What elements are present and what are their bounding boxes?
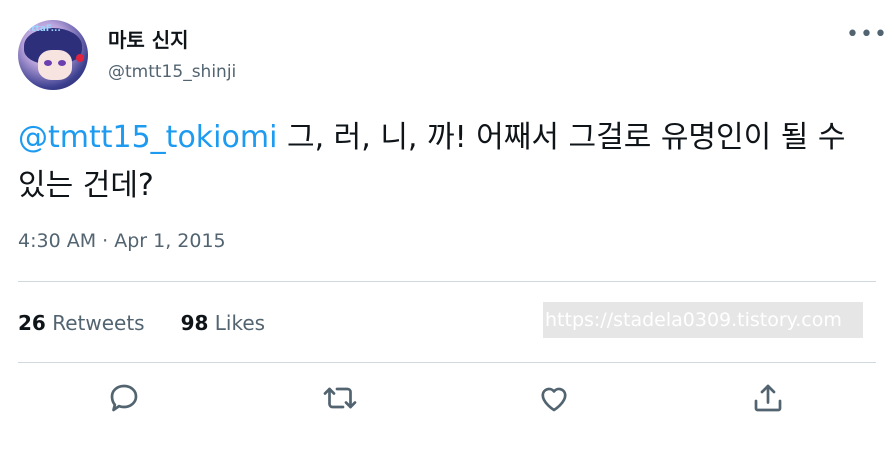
tweet-stats: 26 Retweets 98 Likes <box>18 311 265 335</box>
avatar-accent <box>76 54 84 62</box>
avatar-eye-right <box>58 60 66 66</box>
likes-count: 98 <box>180 311 209 335</box>
share-icon[interactable] <box>750 380 786 416</box>
avatar-tag: ittaF... <box>28 24 61 34</box>
likes-stat[interactable]: 98 Likes <box>181 311 266 335</box>
avatar-face <box>38 50 72 80</box>
mention-link[interactable]: @tmtt15_tokiomi <box>18 120 277 155</box>
display-name[interactable]: 마토 신지 <box>108 24 189 53</box>
retweet-icon[interactable] <box>322 380 358 416</box>
divider-bottom <box>18 362 876 363</box>
avatar[interactable]: ittaF... <box>18 20 88 90</box>
reply-icon[interactable] <box>106 380 142 416</box>
tweet-timestamp[interactable]: 4:30 AM · Apr 1, 2015 <box>18 230 226 252</box>
user-handle[interactable]: @tmtt15_shinji <box>108 62 236 82</box>
more-icon[interactable]: ••• <box>846 22 888 47</box>
retweets-label: Retweets <box>52 311 145 335</box>
like-icon[interactable] <box>536 380 572 416</box>
retweets-count: 26 <box>18 311 46 335</box>
likes-label: Likes <box>214 311 266 335</box>
watermark: https://stadela0309.tistory.com <box>543 302 863 338</box>
avatar-eye-left <box>44 60 52 66</box>
tweet-text: @tmtt15_tokiomi 그, 러, 니, 까! 어째서 그걸로 유명인이… <box>18 114 878 210</box>
divider-top <box>18 281 876 282</box>
retweets-stat[interactable]: 26 Retweets <box>18 311 145 335</box>
